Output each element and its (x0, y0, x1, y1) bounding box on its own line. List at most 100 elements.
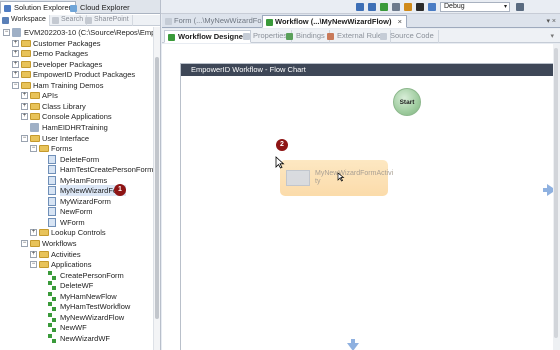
tree-item[interactable]: + Class Library (0, 101, 153, 112)
tree-item[interactable]: MyWizardForm (0, 196, 153, 207)
flow-chart-surface[interactable]: EmpowerID Workflow - Flow Chart Start My… (180, 63, 560, 350)
expand-icon[interactable]: + (12, 50, 19, 58)
tree-item-label: Lookup Controls (51, 228, 106, 238)
tree-item[interactable]: MyNewWizardForm (0, 185, 153, 197)
tree-item[interactable]: − Forms (0, 143, 153, 154)
tree-item-label: HamEIDHRTraining (42, 122, 108, 132)
canvas-scrollbar-thumb[interactable] (554, 48, 558, 338)
tab-form-mynewwizardform[interactable]: Form (...\MyNewWizardForm) (162, 15, 278, 28)
folder-icon (39, 229, 49, 237)
settings-icon[interactable] (392, 3, 400, 11)
tree-item-label: Demo Packages (33, 49, 89, 59)
tree-item[interactable]: WForm (0, 217, 153, 228)
tree-item[interactable]: + Console Applications (0, 111, 153, 122)
tree-item[interactable]: NewWizardWF (0, 333, 153, 344)
tree-scrollbar-thumb[interactable] (155, 57, 159, 319)
scroll-down-arrow-icon[interactable] (347, 343, 359, 350)
tree-item-label: NewForm (60, 207, 93, 217)
close-tab-icon[interactable]: × (398, 17, 402, 26)
designer-canvas[interactable]: EmpowerID Workflow - Flow Chart Start My… (162, 44, 560, 350)
expand-icon[interactable]: + (12, 71, 19, 79)
tab-menu-icon[interactable]: ▾ × (546, 17, 556, 25)
tree-item[interactable]: NewForm (0, 206, 153, 217)
workflow-icon (266, 19, 273, 26)
collapse-icon[interactable]: − (30, 261, 37, 269)
tab-solution-explorer-label: Solution Explorer (14, 3, 72, 12)
tree-item[interactable]: CreatePersonForm (0, 270, 153, 281)
tree-item-label: Class Library (42, 101, 86, 111)
workflow-icon (48, 281, 57, 291)
collapse-icon[interactable]: − (12, 81, 19, 89)
tree-item[interactable]: − User Interface (0, 133, 153, 144)
tree-item[interactable]: MyNewWizardFlow (0, 312, 153, 323)
subtab-workspace[interactable]: Workspace (0, 15, 50, 26)
cloud-icon (70, 5, 77, 12)
tree-item[interactable]: DeleteForm (0, 154, 153, 165)
expand-icon[interactable]: + (21, 92, 28, 100)
more-tabs-icon[interactable]: ▾ (550, 32, 554, 40)
collapse-icon[interactable]: − (21, 240, 28, 247)
window-icon[interactable] (516, 3, 524, 11)
clock-icon[interactable] (404, 3, 412, 11)
tree-item[interactable]: HamEIDHRTraining (0, 122, 153, 133)
subtab-sharepoint[interactable]: SharePoint (83, 15, 133, 26)
tab-cloud-explorer[interactable]: Cloud Explorer (66, 1, 135, 14)
tree-item[interactable]: MyHamForms (0, 175, 153, 186)
tab-workflow-mynewwizardflow[interactable]: Workflow (...\MyNewWizardFlow) × (262, 15, 407, 28)
collapse-icon[interactable]: − (21, 134, 28, 142)
tree-item-label: Applications (51, 260, 92, 270)
tree-item[interactable]: − Applications (0, 259, 153, 270)
canvas-scrollbar[interactable] (553, 44, 560, 350)
tree-item-label: Workflows (42, 239, 77, 248)
tree-item[interactable]: + Customer Packages (0, 38, 153, 49)
tree-item-label: EmpowerID Product Packages (33, 70, 136, 80)
solution-tree[interactable]: − EVM202203-10 (C:\Source\Repos\EmpowerID… (0, 27, 154, 350)
tree-item[interactable]: − Ham Training Demos (0, 80, 153, 91)
tree-item[interactable]: MyHamNewFlow (0, 291, 153, 302)
expand-icon[interactable]: + (21, 102, 28, 110)
check-icon[interactable] (380, 3, 388, 11)
tree-item[interactable]: + Activities (0, 249, 153, 260)
collapse-icon[interactable]: − (30, 145, 37, 153)
tree-item[interactable]: − Workflows (0, 238, 153, 249)
tree-item[interactable]: HamTestCreatePersonForm (0, 164, 153, 175)
tab-workflow-designer[interactable]: Workflow Designer (164, 30, 251, 43)
configuration-value: Debug (444, 3, 465, 10)
stop-icon[interactable] (416, 3, 424, 11)
tab-bindings[interactable]: Bindings (283, 30, 330, 43)
save-icon[interactable] (356, 3, 364, 11)
tree-item[interactable]: + Lookup Controls (0, 227, 153, 238)
tree-item[interactable]: + APIs (0, 90, 153, 101)
bookmark-icon[interactable] (428, 3, 436, 11)
tree-item-label: MyHamForms (60, 175, 108, 185)
folder-icon (39, 261, 49, 269)
configuration-dropdown[interactable]: Debug ▾ (440, 2, 510, 12)
tab-solution-explorer[interactable]: Solution Explorer (0, 1, 77, 14)
start-node[interactable]: Start (393, 88, 421, 116)
collapse-icon[interactable]: − (3, 29, 10, 36)
tree-item[interactable]: MyHamTestWorkflow (0, 301, 153, 312)
tree-item-label: Activities (51, 249, 81, 259)
chevron-down-icon: ▾ (503, 4, 507, 10)
tree-item[interactable]: + Demo Packages (0, 48, 153, 59)
expand-icon[interactable]: + (30, 250, 37, 258)
tree-item[interactable]: + Developer Packages (0, 59, 153, 70)
folder-icon (21, 60, 31, 68)
tab-source-code-label: Source Code (390, 31, 434, 40)
tree-item[interactable]: DeleteWF (0, 280, 153, 291)
expand-icon[interactable]: + (12, 39, 19, 47)
tree-item[interactable]: − EVM202203-10 (C:\Source\Repos\EmpowerID (0, 27, 154, 38)
tree-item[interactable]: NewWF (0, 322, 153, 333)
activity-node-mynewwizardform[interactable]: MyNewWizardFormActivi ty (280, 160, 393, 196)
save-all-icon[interactable] (368, 3, 376, 11)
folder-icon (21, 71, 31, 79)
tree-item-label: HamTestCreatePersonForm (60, 165, 154, 175)
expand-icon[interactable]: + (30, 229, 37, 237)
tab-form-label: Form (...\MyNewWizardForm) (174, 16, 273, 25)
tree-item[interactable]: + EmpowerID Product Packages (0, 69, 153, 80)
expand-icon[interactable]: + (12, 60, 19, 68)
tab-source-code[interactable]: Source Code (377, 30, 439, 43)
tree-scrollbar[interactable] (153, 27, 160, 350)
subtab-search[interactable]: Search (50, 15, 88, 26)
expand-icon[interactable]: + (21, 113, 28, 121)
